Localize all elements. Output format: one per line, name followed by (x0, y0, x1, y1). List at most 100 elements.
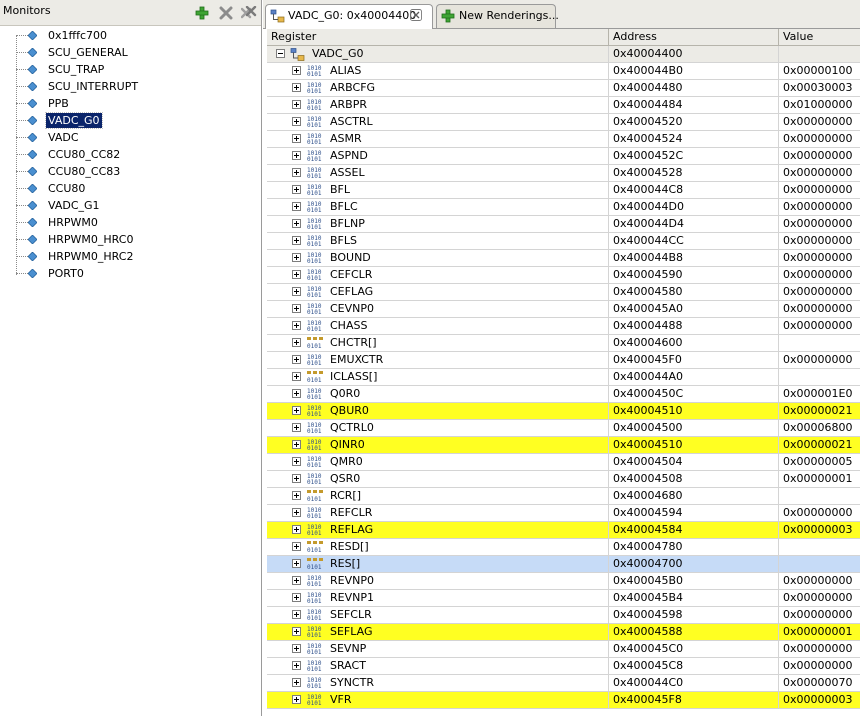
register-row[interactable]: 1010 0101 BFLNP 0x400044D4 0x00000000 (267, 216, 860, 233)
value-cell[interactable] (779, 539, 860, 555)
value-cell[interactable]: 0x00000000 (779, 607, 860, 623)
value-cell[interactable]: 0x00030003 (779, 80, 860, 96)
register-row[interactable]: 1010 0101 ASMR 0x40004524 0x00000000 (267, 131, 860, 148)
value-cell[interactable]: 0x01000000 (779, 97, 860, 113)
value-cell[interactable] (779, 488, 860, 504)
value-cell[interactable]: 0x00000000 (779, 165, 860, 181)
register-row[interactable]: 1010 0101 QCTRL0 0x40004500 0x00006800 (267, 420, 860, 437)
expand-toggle[interactable] (292, 117, 301, 126)
value-cell[interactable]: 0x00000021 (779, 403, 860, 419)
register-row[interactable]: 1010 0101 BOUND 0x400044B8 0x00000000 (267, 250, 860, 267)
value-cell[interactable]: 0x00000000 (779, 658, 860, 674)
expand-toggle[interactable] (292, 355, 301, 364)
monitor-item[interactable]: 0x1fffc700 (16, 27, 216, 44)
value-cell[interactable]: 0x00000021 (779, 437, 860, 453)
value-cell[interactable]: 0x00006800 (779, 420, 860, 436)
monitor-item[interactable]: HRPWM0_HRC0 (16, 231, 216, 248)
column-header-register[interactable]: Register (267, 29, 609, 45)
monitor-item[interactable]: CCU80_CC83 (16, 163, 216, 180)
register-row[interactable]: 1010 0101 BFL 0x400044C8 0x00000000 (267, 182, 860, 199)
expand-toggle[interactable] (292, 389, 301, 398)
register-row[interactable]: 1010 0101 REFCLR 0x40004594 0x00000000 (267, 505, 860, 522)
register-row[interactable]: 1010 0101 ARBPR 0x40004484 0x01000000 (267, 97, 860, 114)
monitor-item[interactable]: VADC_G0 (16, 112, 216, 129)
expand-toggle[interactable] (292, 83, 301, 92)
register-row[interactable]: 1010 0101 QSR0 0x40004508 0x00000001 (267, 471, 860, 488)
close-tab-button[interactable] (409, 8, 423, 22)
expand-toggle[interactable] (292, 678, 301, 687)
value-cell[interactable]: 0x00000000 (779, 148, 860, 164)
monitor-item[interactable]: SCU_INTERRUPT (16, 78, 216, 95)
expand-toggle[interactable] (292, 185, 301, 194)
value-cell[interactable]: 0x00000001 (779, 624, 860, 640)
expand-toggle[interactable] (292, 508, 301, 517)
register-row[interactable]: 1010 0101 SRACT 0x400045C8 0x00000000 (267, 658, 860, 675)
value-cell[interactable]: 0x00000000 (779, 199, 860, 215)
value-cell[interactable]: 0x00000000 (779, 641, 860, 657)
value-cell[interactable] (779, 369, 860, 385)
expand-toggle[interactable] (292, 661, 301, 670)
value-cell[interactable]: 0x000001E0 (779, 386, 860, 402)
register-row[interactable]: 1010 0101 ALIAS 0x400044B0 0x00000100 (267, 63, 860, 80)
expand-toggle[interactable] (292, 219, 301, 228)
expand-toggle[interactable] (292, 593, 301, 602)
expand-toggle[interactable] (292, 151, 301, 160)
register-group-row[interactable]: VADC_G0 0x40004400 (267, 46, 860, 63)
expand-toggle[interactable] (292, 627, 301, 636)
expand-toggle[interactable] (292, 287, 301, 296)
value-cell[interactable]: 0x00000000 (779, 301, 860, 317)
expand-toggle[interactable] (292, 338, 301, 347)
monitor-item[interactable]: SCU_GENERAL (16, 44, 216, 61)
expand-toggle[interactable] (292, 457, 301, 466)
monitor-item[interactable]: PORT0 (16, 265, 216, 282)
register-row[interactable]: 1010 0101 BFLC 0x400044D0 0x00000000 (267, 199, 860, 216)
register-row[interactable]: 1010 0101 SYNCTR 0x400044C0 0x00000070 (267, 675, 860, 692)
register-row[interactable]: 0101 RCR[] 0x40004680 (267, 488, 860, 505)
expand-toggle[interactable] (292, 559, 301, 568)
column-header-address[interactable]: Address (609, 29, 779, 45)
expand-toggle[interactable] (292, 576, 301, 585)
register-row[interactable]: 0101 RES[] 0x40004700 (267, 556, 860, 573)
value-cell[interactable]: 0x00000000 (779, 590, 860, 606)
register-row[interactable]: 1010 0101 ARBCFG 0x40004480 0x00030003 (267, 80, 860, 97)
expand-toggle[interactable] (292, 270, 301, 279)
register-row[interactable]: 0101 ICLASS[] 0x400044A0 (267, 369, 860, 386)
register-row[interactable]: 1010 0101 QINR0 0x40004510 0x00000021 (267, 437, 860, 454)
register-row[interactable]: 1010 0101 VFR 0x400045F8 0x00000003 (267, 692, 860, 709)
register-row[interactable]: 1010 0101 SEFLAG 0x40004588 0x00000001 (267, 624, 860, 641)
monitor-item[interactable]: VADC_G1 (16, 197, 216, 214)
value-cell[interactable]: 0x00000000 (779, 318, 860, 334)
remove-monitor-button[interactable] (218, 5, 234, 21)
expand-toggle[interactable] (292, 474, 301, 483)
expand-toggle[interactable] (292, 66, 301, 75)
register-row[interactable]: 1010 0101 QMR0 0x40004504 0x00000005 (267, 454, 860, 471)
register-row[interactable]: 1010 0101 CEVNP0 0x400045A0 0x00000000 (267, 301, 860, 318)
monitor-item[interactable]: CCU80 (16, 180, 216, 197)
expand-toggle[interactable] (292, 253, 301, 262)
monitor-item[interactable]: SCU_TRAP (16, 61, 216, 78)
value-cell[interactable] (779, 46, 860, 62)
expand-toggle[interactable] (292, 406, 301, 415)
register-row[interactable]: 1010 0101 ASPND 0x4000452C 0x00000000 (267, 148, 860, 165)
register-row[interactable]: 1010 0101 CEFCLR 0x40004590 0x00000000 (267, 267, 860, 284)
column-header-value[interactable]: Value (779, 29, 860, 45)
expand-toggle[interactable] (292, 321, 301, 330)
register-row[interactable]: 1010 0101 REFLAG 0x40004584 0x00000003 (267, 522, 860, 539)
value-cell[interactable]: 0x00000000 (779, 216, 860, 232)
register-row[interactable]: 1010 0101 CEFLAG 0x40004580 0x00000000 (267, 284, 860, 301)
register-row[interactable]: 1010 0101 Q0R0 0x4000450C 0x000001E0 (267, 386, 860, 403)
register-row[interactable]: 0101 RESD[] 0x40004780 (267, 539, 860, 556)
value-cell[interactable]: 0x00000005 (779, 454, 860, 470)
expand-toggle[interactable] (292, 644, 301, 653)
tab-new-renderings[interactable]: New Renderings... (436, 4, 559, 28)
expand-toggle[interactable] (292, 440, 301, 449)
value-cell[interactable]: 0x00000000 (779, 250, 860, 266)
value-cell[interactable] (779, 335, 860, 351)
value-cell[interactable] (779, 556, 860, 572)
value-cell[interactable]: 0x00000000 (779, 352, 860, 368)
value-cell[interactable]: 0x00000000 (779, 131, 860, 147)
expand-toggle[interactable] (292, 491, 301, 500)
collapse-toggle[interactable] (276, 49, 285, 58)
value-cell[interactable]: 0x00000100 (779, 63, 860, 79)
value-cell[interactable]: 0x00000000 (779, 267, 860, 283)
